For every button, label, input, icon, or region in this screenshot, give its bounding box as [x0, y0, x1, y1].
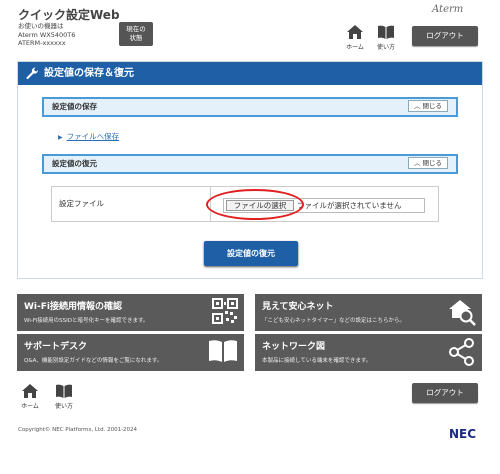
footer-home-label: ホーム: [21, 403, 39, 410]
page-title: 設定値の保存＆復元: [44, 68, 134, 79]
tile-desc: Q&A、機能別設定ガイドなどの情報をご覧になれます。: [24, 358, 163, 364]
tile-network-map[interactable]: ネットワーク図 本製品に接続している端末を確認できます。: [255, 334, 482, 371]
chevron-up-icon: ︿: [413, 102, 421, 110]
restore-section-close-button[interactable]: ︿ 閉じる: [408, 157, 448, 169]
close-label: 閉じる: [422, 159, 443, 167]
page-title-bar: 設定値の保存＆復元: [18, 62, 482, 85]
home-nav[interactable]: ホーム: [342, 25, 368, 51]
chevron-up-icon: ︿: [413, 159, 421, 167]
status-button-line1: 現在の: [126, 25, 146, 33]
device-ssid: ATERM-xxxxxx: [18, 39, 66, 47]
header: クイック設定Web お使いの機器は Aterm WX5400T6 ATERM-x…: [0, 0, 500, 58]
howto-nav[interactable]: 使い方: [373, 25, 399, 51]
save-link-label: ファイルへ保存: [66, 132, 120, 141]
howto-label: 使い方: [376, 44, 395, 51]
book-icon: [378, 25, 394, 39]
triangle-right-icon: ▶: [58, 134, 63, 141]
qr-code-icon: [212, 298, 238, 324]
book-icon: [209, 340, 237, 362]
tile-support-desk[interactable]: サポートデスク Q&A、機能別設定ガイドなどの情報をご覧になれます。: [17, 334, 244, 371]
tile-title: ネットワーク図: [262, 342, 326, 352]
footer-howto-nav[interactable]: 使い方: [51, 384, 77, 410]
close-label: 閉じる: [422, 102, 443, 110]
app-title: クイック設定Web: [18, 8, 120, 22]
save-section-title: 設定値の保存: [52, 102, 97, 111]
home-icon: [347, 25, 363, 39]
tile-desc: 「こども安心ネットタイマー」などの設定はこちらから。: [262, 318, 406, 324]
footer-howto-label: 使い方: [54, 403, 73, 410]
tile-desc: Wi-Fi接続用のSSIDと暗号化キーを確認できます。: [24, 318, 149, 324]
tile-title: Wi-Fi接続用情報の確認: [24, 302, 122, 312]
restore-section-header: 設定値の復元 ︿ 閉じる: [42, 154, 458, 174]
tile-title: 見えて安心ネット: [262, 302, 334, 312]
device-info: お使いの機器は Aterm WX5400T6 ATERM-xxxxxx: [18, 22, 75, 48]
status-button-line2: 状態: [129, 34, 143, 42]
restore-button[interactable]: 設定値の復元: [204, 241, 298, 266]
main-panel: 設定値の保存＆復元 設定値の保存 ︿ 閉じる ▶ ファイルへ保存 設定値の復元 ︿…: [17, 61, 483, 279]
house-search-icon: [449, 300, 476, 326]
device-line: お使いの機器は: [18, 22, 64, 30]
save-section-header: 設定値の保存 ︿ 閉じる: [42, 97, 458, 117]
copyright: Copyright© NEC Platforms, Ltd. 2001-2024: [18, 427, 138, 433]
highlight-annotation: [206, 189, 304, 220]
file-label: 設定ファイル: [52, 187, 211, 221]
nec-logo: NEC: [449, 427, 477, 441]
current-status-button[interactable]: 現在の 状態: [119, 22, 153, 46]
no-file-text: ファイルが選択されていません: [297, 201, 402, 210]
home-icon: [22, 384, 38, 398]
tile-safe-net[interactable]: 見えて安心ネット 「こども安心ネットタイマー」などの設定はこちらから。: [255, 294, 482, 331]
device-model: Aterm WX5400T6: [18, 30, 76, 39]
save-section-close-button[interactable]: ︿ 閉じる: [408, 100, 448, 112]
brand-logo: Aterm: [432, 4, 464, 15]
tile-wifi-info[interactable]: Wi-Fi接続用情報の確認 Wi-Fi接続用のSSIDと暗号化キーを確認できます…: [17, 294, 244, 331]
tile-desc: 本製品に接続している端末を確認できます。: [262, 358, 372, 364]
logout-button[interactable]: ログアウト: [412, 26, 478, 46]
network-icon: [449, 338, 474, 366]
home-label: ホーム: [346, 44, 364, 51]
tile-title: サポートデスク: [24, 342, 88, 352]
footer-logout-button[interactable]: ログアウト: [412, 383, 478, 403]
wrench-icon: [26, 67, 39, 80]
footer-home-nav[interactable]: ホーム: [17, 384, 43, 410]
restore-section-title: 設定値の復元: [52, 159, 97, 168]
save-to-file-link[interactable]: ▶ ファイルへ保存: [58, 131, 119, 142]
book-icon: [56, 384, 72, 398]
